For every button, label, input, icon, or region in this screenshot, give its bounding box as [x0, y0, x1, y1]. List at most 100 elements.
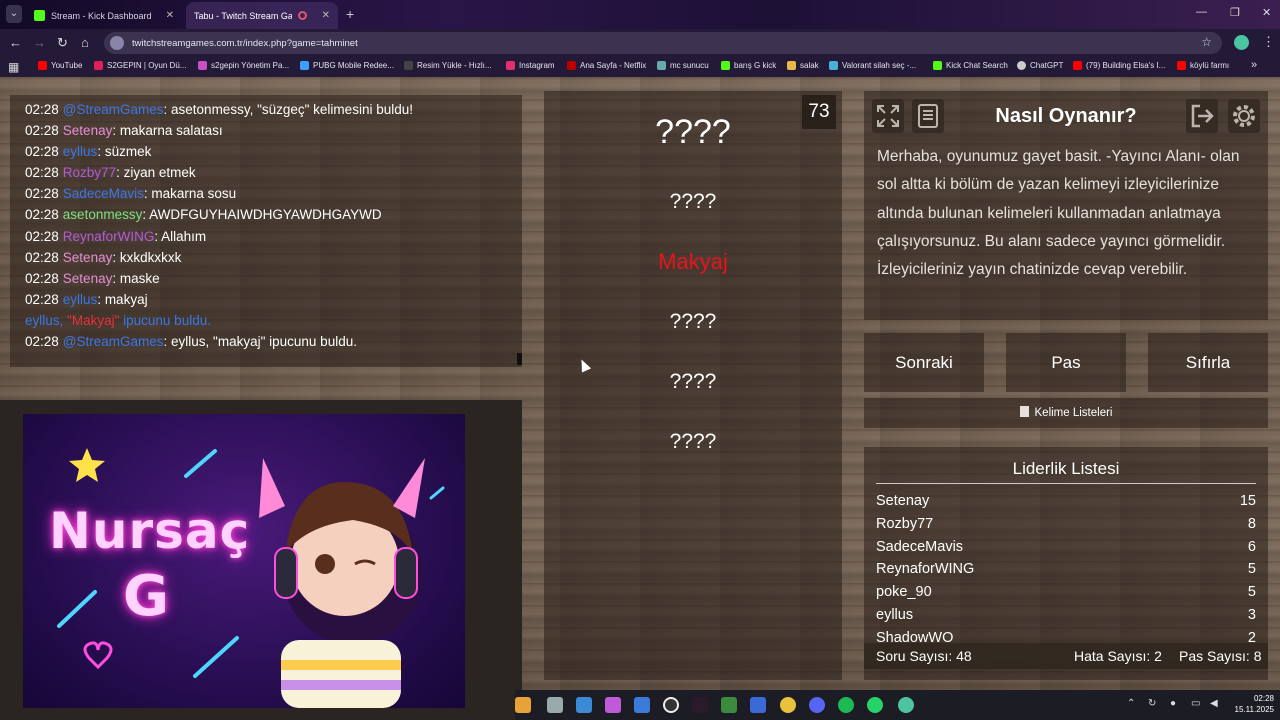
settings-gear-icon[interactable] [1228, 99, 1260, 133]
netflix-icon [567, 61, 576, 70]
browser-tabstrip: ⌄ Stream - Kick Dashboard ✕ Tabu - Twitc… [0, 0, 1280, 29]
bookmark-item[interactable]: köylü farmı [1177, 61, 1229, 70]
chat-scrollbar[interactable] [517, 353, 522, 365]
overlay-decoration [57, 448, 445, 708]
main-word: ???? [655, 113, 731, 151]
tab-title: Stream - Kick Dashboard [51, 10, 152, 21]
obs-icon[interactable] [663, 697, 679, 713]
bookmark-item[interactable]: S2GEPIN | Oyun Dü... [94, 61, 186, 70]
reset-button[interactable]: Sıfırla [1148, 333, 1268, 392]
chat-message: 02:28 ReynaforWING: Allahım [25, 228, 207, 244]
stats-bar: Soru Sayısı: 48 Hata Sayısı: 2 Pas Sayıs… [864, 643, 1268, 669]
bookmark-item[interactable]: Valorant silah seç -... [829, 61, 916, 70]
spotify-icon[interactable] [838, 697, 854, 713]
url-field[interactable]: twitchstreamgames.com.tr/index.php?game=… [104, 32, 1222, 54]
sync-icon[interactable]: ↻ [1148, 698, 1156, 709]
clock-date: 15.11.2025 [1234, 705, 1274, 714]
how-to-play-panel: Nasıl Oynanır? Merhaba, oyunumuz gayet b… [864, 91, 1268, 320]
leaderboard-row: SadeceMavis 6 [876, 539, 1256, 555]
chat-message: 02:28 eyllus: makyaj [25, 291, 148, 307]
chat-username[interactable]: asetonmessy [63, 207, 143, 222]
system-clock[interactable]: 02:28 15.11.2025 [1228, 693, 1274, 715]
reload-icon[interactable]: ↻ [57, 35, 68, 51]
taskbar-app-icon[interactable] [576, 697, 592, 713]
pass-button[interactable]: Pas [1006, 333, 1126, 392]
chat-username[interactable]: Setenay [63, 271, 113, 286]
profile-avatar[interactable] [1234, 35, 1249, 50]
close-icon[interactable]: ✕ [166, 10, 174, 21]
home-icon[interactable]: ⌂ [81, 35, 89, 50]
chrome-profile-icon[interactable] [898, 697, 914, 713]
address-bar: ← → ↻ ⌂ twitchstreamgames.com.tr/index.p… [0, 29, 1280, 57]
bookmark-item[interactable]: s2gepin Yönetim Pa... [198, 61, 289, 70]
chat-username[interactable]: eyllus [63, 292, 98, 307]
chat-username[interactable]: Setenay [63, 250, 113, 265]
chat-username[interactable]: @StreamGames [63, 102, 164, 117]
word-lists-button[interactable]: Kelime Listeleri [864, 398, 1268, 428]
leaderboard-title: Liderlik Listesi [1012, 459, 1120, 478]
chat-username[interactable]: eyllus [63, 144, 98, 159]
chat-message: 02:28 @StreamGames: eyllus, "makyaj" ipuc… [25, 334, 357, 350]
whatsapp-icon[interactable] [867, 697, 883, 713]
notepad-icon[interactable] [750, 697, 766, 713]
menu-icon[interactable]: ⋮ [1262, 34, 1275, 50]
discord-icon[interactable] [809, 697, 825, 713]
site-info-icon[interactable] [110, 36, 124, 50]
kick-icon [34, 10, 45, 21]
chat-username[interactable]: ReynaforWING [63, 229, 155, 244]
chat-username[interactable]: Rozby77 [63, 165, 116, 180]
bookmark-item[interactable]: PUBG Mobile Redee... [300, 61, 394, 70]
overlay-initial: G [123, 564, 169, 629]
tab-tabu-game[interactable]: Tabu - Twitch Stream Game ✕ [186, 2, 338, 29]
volume-icon[interactable]: ◀ [1210, 698, 1218, 709]
new-tab-button[interactable]: + [346, 6, 354, 22]
tab-kick-dashboard[interactable]: Stream - Kick Dashboard ✕ [26, 2, 182, 29]
chrome-icon[interactable] [780, 697, 796, 713]
bookmark-item[interactable]: Resim Yükle - Hızlı... [404, 61, 492, 70]
bookmark-item[interactable]: Kick Chat Search [933, 61, 1008, 70]
bookmark-item[interactable]: mc sunucu [657, 61, 709, 70]
chat-panel: 02:28 @StreamGames: asetonmessy, "süzgeç"… [10, 95, 522, 367]
chat-username[interactable]: SadeceMavis [63, 186, 144, 201]
tray-chevron-icon[interactable]: ⌃ [1127, 698, 1135, 709]
display-icon[interactable]: ▭ [1191, 698, 1200, 709]
kick-icon [721, 61, 730, 70]
close-icon[interactable]: ✕ [322, 10, 330, 21]
more-bookmarks-icon[interactable]: » [1251, 59, 1257, 71]
store-icon[interactable] [634, 697, 650, 713]
bookmarks-bar: ▦ YouTube S2GEPIN | Oyun Dü... s2gepin Y… [0, 57, 1280, 77]
copilot-icon[interactable] [605, 697, 621, 713]
hint-word: ???? [669, 370, 717, 393]
back-icon[interactable]: ← [9, 35, 22, 50]
bookmark-item[interactable]: (79) Building Elsa's I... [1073, 61, 1165, 70]
bookmark-item[interactable]: salak [787, 61, 819, 70]
bookmark-star-icon[interactable]: ☆ [1201, 35, 1212, 49]
chat-message: 02:28 Setenay: kxkdkxkxk [25, 249, 182, 265]
chat-username[interactable]: Setenay [63, 123, 113, 138]
taskbar-app-icon[interactable] [547, 697, 563, 713]
bookmark-item[interactable]: Ana Sayfa - Netflix [567, 61, 646, 70]
youtube-icon [1177, 61, 1186, 70]
bookmark-item[interactable]: YouTube [38, 61, 82, 70]
window-close-icon[interactable]: ✕ [1262, 6, 1271, 19]
taskbar: ⌃ ↻ ● ▭ ◀ [515, 690, 1280, 720]
logout-icon[interactable] [1186, 99, 1218, 133]
bookmark-item[interactable]: Instagram [506, 61, 555, 70]
leaderboard-row: Setenay 15 [876, 493, 1256, 509]
url-text: twitchstreamgames.com.tr/index.php?game=… [132, 37, 358, 49]
microphone-icon[interactable]: ● [1170, 698, 1176, 709]
apps-icon[interactable]: ▦ [8, 60, 19, 74]
maximize-icon[interactable]: ❐ [1230, 6, 1240, 19]
minecraft-icon[interactable] [721, 697, 737, 713]
hint-word: ???? [669, 310, 717, 333]
bookmark-icon [198, 61, 207, 70]
bookmark-item[interactable]: ChatGPT [1017, 61, 1063, 70]
forward-icon[interactable]: → [33, 35, 46, 50]
pass-count: Pas Sayısı: 8 [1179, 648, 1262, 664]
minimize-icon[interactable]: — [1196, 6, 1207, 18]
tab-search-button[interactable]: ⌄ [6, 5, 22, 23]
file-explorer-icon[interactable] [515, 697, 531, 713]
bookmark-item[interactable]: barış G kick [721, 61, 776, 70]
next-button[interactable]: Sonraki [864, 333, 984, 392]
taskbar-app-icon[interactable] [692, 697, 708, 713]
